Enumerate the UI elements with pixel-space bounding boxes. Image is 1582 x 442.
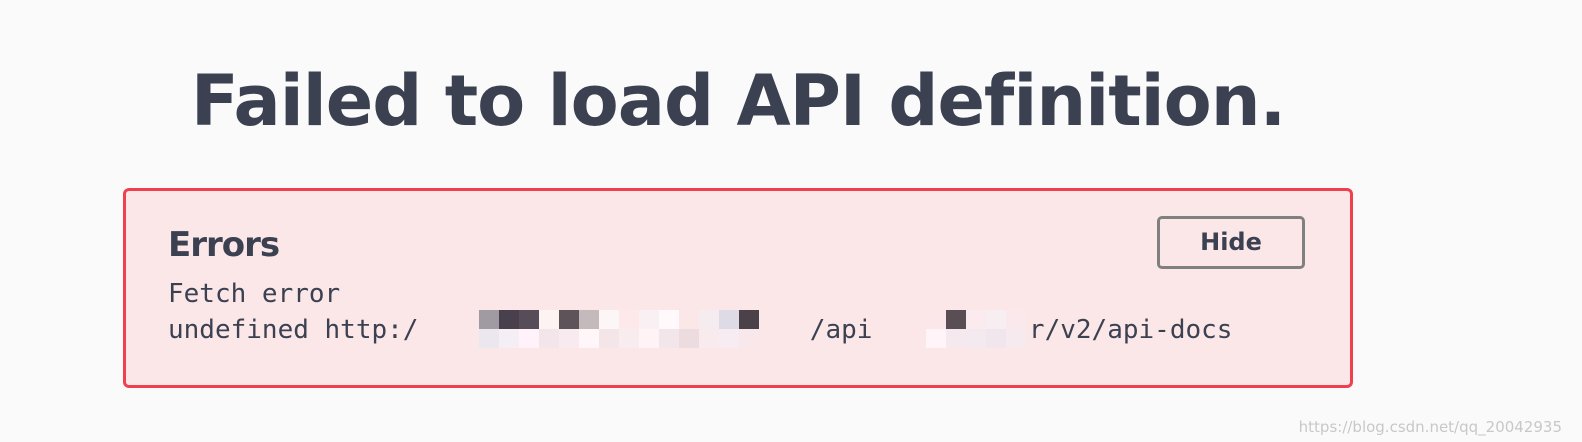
redacted-path-segment [926, 310, 1026, 348]
page-title: Failed to load API definition. [190, 60, 1286, 142]
hide-button[interactable]: Hide [1157, 216, 1305, 269]
errors-panel: Errors Hide Fetch error undefined http:/… [123, 188, 1353, 388]
redacted-url-segment [479, 310, 759, 348]
errors-heading: Errors [168, 225, 280, 265]
error-message-line: Fetch error [168, 279, 341, 309]
watermark: https://blog.csdn.net/qq_20042935 [1298, 418, 1562, 436]
